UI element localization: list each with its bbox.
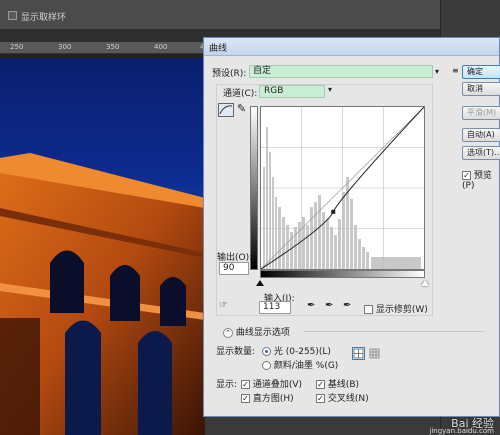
histogram-label: 直方图(H) (252, 394, 294, 404)
light-radio[interactable] (262, 347, 271, 356)
curve-control-point[interactable] (331, 209, 336, 214)
histogram (263, 127, 421, 269)
target-adjust-icon[interactable]: ☞ (219, 300, 233, 314)
white-eyedropper-icon[interactable]: ✒ (343, 300, 351, 311)
ruler-tick: 250 (10, 43, 24, 51)
smooth-button[interactable]: 平滑(M) (462, 106, 500, 120)
intersection-label: 交叉线(N) (327, 394, 369, 404)
channel-label: 通道(C): (223, 89, 258, 99)
show-amount-label: 显示数量: (216, 347, 256, 357)
show-clipping-row: 显示修剪(W) (364, 302, 428, 315)
preset-row: 预设(R): 自定 ▾ ≡ (212, 65, 492, 79)
building-photo (0, 58, 205, 435)
histogram-checkbox[interactable]: ✓ (241, 394, 250, 403)
grid-coarse-icon (353, 348, 364, 359)
cancel-button[interactable]: 取消 (462, 82, 500, 96)
light-label: 光 (0-255)(L) (273, 347, 331, 357)
channel-dropdown[interactable]: RGB (259, 85, 325, 98)
chevron-down-icon[interactable]: ▾ (328, 85, 332, 94)
black-eyedropper-icon[interactable]: ✒ (307, 300, 315, 311)
grid-fine-icon (369, 348, 380, 359)
show-label: 显示: (216, 380, 238, 390)
grid-10x10-button[interactable] (368, 347, 381, 360)
input-gradient-bar (260, 270, 425, 278)
preview-checkbox[interactable]: ✓ (462, 171, 471, 180)
pencil-icon[interactable]: ✎ (237, 102, 249, 116)
pigment-radio[interactable] (262, 361, 271, 370)
input-field[interactable]: 113 (259, 301, 291, 314)
ruler-tick: 350 (106, 43, 120, 51)
preset-dropdown[interactable]: 自定 (249, 65, 433, 78)
preset-label: 预设(R): (212, 69, 247, 79)
black-point-slider[interactable] (256, 280, 264, 286)
show-clipping-label: 显示修剪(W) (375, 305, 428, 315)
gray-eyedropper-icon[interactable]: ✒ (325, 300, 333, 311)
channel-overlay-label: 通道叠加(V) (252, 380, 303, 390)
curve-options-toggle[interactable]: ⌃ 曲线显示选项 (223, 325, 290, 338)
curve-point-tool[interactable] (218, 103, 234, 117)
output-field[interactable]: 90 (219, 262, 249, 275)
watermark-url: jingyan.baidu.com (429, 427, 494, 435)
channel-overlay-checkbox[interactable]: ✓ (241, 380, 250, 389)
show-clipping-checkbox[interactable] (364, 305, 373, 314)
preset-menu-icon[interactable]: ≡ (452, 66, 459, 75)
options-divider (304, 331, 484, 332)
dialog-title: 曲线 (209, 44, 228, 54)
preview-row: ✓ 预览(P) (462, 168, 499, 191)
options-bar: 显示取样环 (0, 0, 500, 30)
channel-overlay-option[interactable]: ✓ 通道叠加(V) (241, 377, 302, 390)
baseline-label: 基线(B) (327, 380, 360, 390)
baseline-option[interactable]: ✓ 基线(B) (316, 377, 359, 390)
show-sampling-ring-checkbox[interactable] (8, 11, 17, 20)
ok-button[interactable]: 确定 (462, 65, 500, 79)
grid-4x4-button[interactable] (352, 347, 365, 360)
ruler-tick: 400 (154, 43, 168, 51)
white-point-slider[interactable] (421, 280, 429, 286)
curve-svg (260, 106, 425, 270)
curve-options-label: 曲线显示选项 (235, 328, 290, 338)
options-button[interactable]: 选项(T)... (462, 146, 500, 160)
chevron-down-icon[interactable]: ▾ (435, 65, 443, 78)
dialog-titlebar[interactable]: 曲线 (204, 38, 499, 56)
curve-graph[interactable] (260, 106, 425, 270)
curves-dialog: 曲线 预设(R): 自定 ▾ ≡ 确定 取消 平滑(M) 自动(A) 选项(T)… (203, 37, 500, 417)
intersection-option[interactable]: ✓ 交叉线(N) (316, 391, 369, 404)
ruler-tick: 300 (58, 43, 72, 51)
curve-icon (219, 105, 233, 115)
histogram-option[interactable]: ✓ 直方图(H) (241, 391, 294, 404)
intersection-checkbox[interactable]: ✓ (316, 394, 325, 403)
light-option[interactable]: 光 (0-255)(L) (262, 344, 331, 357)
baseline-checkbox[interactable]: ✓ (316, 380, 325, 389)
pigment-option[interactable]: 颜料/油墨 %(G) (262, 358, 338, 371)
auto-button[interactable]: 自动(A) (462, 128, 500, 142)
collapse-icon[interactable]: ⌃ (223, 327, 233, 338)
pigment-label: 颜料/油墨 %(G) (273, 361, 339, 371)
show-sampling-ring-label: 显示取样环 (21, 13, 67, 23)
output-gradient-bar (250, 106, 258, 270)
